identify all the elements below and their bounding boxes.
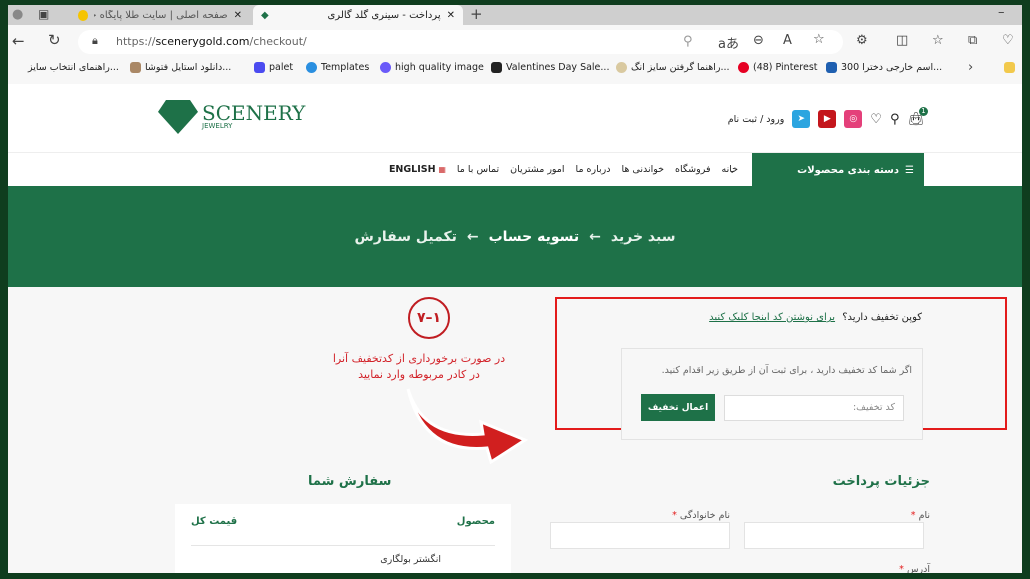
last-name-input[interactable] — [550, 522, 730, 549]
web-page: SCENERY JEWELRY 👜︎ 1 ⚲ ♡ ◎ ▶ ➤ ورود / ثبت … — [8, 84, 1022, 573]
arrow-left-icon: ← — [466, 228, 479, 245]
categories-button[interactable]: ☰ دسته بندی محصولات ⌄ — [728, 153, 924, 187]
favicon-icon: ◆ — [261, 9, 269, 21]
favicon-icon — [826, 62, 837, 73]
breadcrumb: سبد خرید ← تسویه حساب ← تکمیل سفارش — [8, 186, 1022, 287]
profile-icon[interactable]: ● — [12, 7, 23, 22]
bookmark[interactable]: Templates — [306, 62, 369, 73]
favicon-icon — [380, 62, 391, 73]
coupon-toggle-link[interactable]: برای نوشتن کد اینجا کلیک کنید — [709, 312, 835, 323]
annotation-text: در صورت برخورداری از کدتخفیف آنرا در کاد… — [332, 352, 506, 381]
coupon-form: اگر شما کد تخفیف دارید ، برای ثبت آن از … — [621, 348, 923, 440]
collections-icon[interactable]: ⧉ — [968, 33, 977, 48]
bookmark[interactable]: (48) Pinterest — [738, 62, 818, 73]
apply-coupon-button[interactable]: اعمال تخفیف — [641, 394, 715, 421]
breadcrumb-cart[interactable]: سبد خرید — [611, 229, 676, 245]
order-title: سفارش شما — [308, 474, 392, 489]
instagram-icon[interactable]: ◎ — [844, 110, 863, 128]
telegram-icon[interactable]: ➤ — [792, 110, 811, 128]
bookmarks-bar: راهنمای انتخاب سایز... دانلود استایل فتو… — [8, 57, 1022, 79]
breadcrumb-complete: تکمیل سفارش — [354, 228, 457, 245]
nav-customer-service[interactable]: امور مشتریان — [510, 164, 564, 175]
favicon-icon — [306, 62, 317, 73]
search-icon[interactable]: ⚲ — [890, 112, 900, 127]
youtube-icon[interactable]: ▶ — [818, 110, 837, 128]
nav-shop[interactable]: فروشگاه — [675, 164, 710, 175]
browser-essentials-icon[interactable]: ♡ — [1002, 33, 1014, 48]
toolbar: ← ↻ 🔒︎ https://scenerygold.com/checkout/… — [8, 25, 1022, 57]
logo[interactable]: SCENERY JEWELRY — [158, 100, 305, 134]
back-icon[interactable]: ← — [12, 32, 25, 50]
order-summary: محصول قیمت کل انگشتر بولگاری — [175, 504, 511, 573]
tab-home[interactable]: ✕ صفحه اصلی | سایت طلا پایگاه خبری — [70, 5, 250, 25]
zoom-out-icon[interactable]: ⊖ — [753, 33, 764, 48]
tab-checkout[interactable]: ✕ پرداخت - سینری گلد گالری ◆ — [253, 5, 463, 25]
order-table-header: محصول قیمت کل — [191, 516, 495, 546]
nav-english[interactable]: ▦ ENGLISH — [389, 164, 446, 175]
bookmark[interactable]: palet — [254, 62, 293, 73]
first-name-label: نام * — [910, 510, 930, 521]
address-bar[interactable]: 🔒︎ https://scenerygold.com/checkout/ ⚲ a… — [78, 30, 843, 54]
nav-home[interactable]: خانه — [721, 164, 738, 175]
close-icon[interactable]: ✕ — [234, 10, 242, 21]
translate-icon[interactable]: aあ — [718, 33, 739, 52]
coupon-code-input[interactable]: کد تخفیف: — [724, 395, 904, 421]
billing-title: جزئیات پرداخت — [832, 474, 930, 489]
extensions-icon[interactable]: ⚙ — [856, 33, 868, 48]
favorites-icon[interactable]: ☆ — [932, 33, 944, 48]
nav-contact[interactable]: تماس با ما — [457, 164, 499, 175]
breadcrumb-checkout: تسویه حساب — [488, 228, 580, 245]
wishlist-icon[interactable]: ♡ — [870, 112, 882, 127]
logo-diamond-icon — [158, 100, 198, 134]
tab-bar: ● ▣ ✕ صفحه اصلی | سایت طلا پایگاه خبری ✕… — [8, 5, 1022, 25]
close-icon[interactable]: ✕ — [447, 10, 455, 21]
bookmark[interactable]: راهنما گرفتن سایز انگ... — [616, 62, 730, 73]
new-tab-icon[interactable]: + — [470, 5, 483, 23]
cart-icon[interactable]: 👜︎ 1 — [907, 106, 928, 127]
favicon-icon — [491, 62, 502, 73]
last-name-label: نام خانوادگی * — [672, 510, 730, 521]
coupon-prompt: کوپن تخفیف دارید؟ برای نوشتن کد اینجا کل… — [709, 312, 922, 323]
split-screen-icon[interactable]: ◫ — [896, 33, 908, 48]
refresh-icon[interactable]: ↻ — [48, 31, 61, 49]
product-name: انگشتر بولگاری — [380, 554, 441, 565]
favicon-icon — [78, 9, 89, 21]
nav-about[interactable]: درباره ما — [576, 164, 611, 175]
favicon-icon — [130, 62, 141, 73]
main-nav: ☰ دسته بندی محصولات ⌄ خانه فروشگاه خواند… — [8, 152, 1022, 187]
read-aloud-icon[interactable]: A — [783, 33, 792, 48]
favorite-icon[interactable]: ☆ — [813, 32, 825, 47]
lock-icon: 🔒︎ — [92, 34, 98, 47]
browser-window: ● ▣ ✕ صفحه اصلی | سایت طلا پایگاه خبری ✕… — [8, 5, 1022, 573]
bookmark[interactable]: high quality image — [380, 62, 484, 73]
key-icon[interactable]: ⚲ — [683, 34, 693, 49]
bookmark[interactable]: 300 اسم خارجی دخترا... — [826, 62, 942, 73]
arrow-left-icon: ← — [589, 228, 601, 245]
login-link[interactable]: ورود / ثبت نام — [728, 114, 785, 125]
favicon-icon — [616, 62, 627, 73]
bookmark[interactable]: دانلود استایل فتوشا... — [130, 62, 231, 73]
nav-blog[interactable]: خواندنی ها — [621, 164, 664, 175]
site-header: SCENERY JEWELRY 👜︎ 1 ⚲ ♡ ◎ ▶ ➤ ورود / ثبت … — [8, 84, 1022, 152]
nav-links: خانه فروشگاه خواندنی ها درباره ما امور م… — [389, 164, 738, 175]
folder-icon[interactable] — [1004, 62, 1015, 73]
header-actions: 👜︎ 1 ⚲ ♡ ◎ ▶ ➤ ورود / ثبت نام — [728, 106, 928, 128]
pinterest-icon — [738, 62, 749, 73]
bookmark[interactable]: Valentines Day Sale... — [491, 62, 609, 73]
chevron-right-icon[interactable]: › — [968, 60, 973, 75]
minimize-icon[interactable]: – — [998, 5, 1005, 20]
address-label: آدرس * — [899, 564, 930, 573]
menu-icon: ☰ — [905, 164, 914, 176]
curved-arrow-icon — [406, 388, 529, 464]
bookmark[interactable]: راهنمای انتخاب سایز... — [28, 62, 119, 73]
step-badge: ۷–۱ — [408, 297, 450, 339]
favicon-icon — [254, 62, 265, 73]
first-name-input[interactable] — [744, 522, 924, 549]
uk-flag-icon: ▦ — [435, 165, 446, 174]
tab-actions-icon[interactable]: ▣ — [38, 7, 49, 21]
